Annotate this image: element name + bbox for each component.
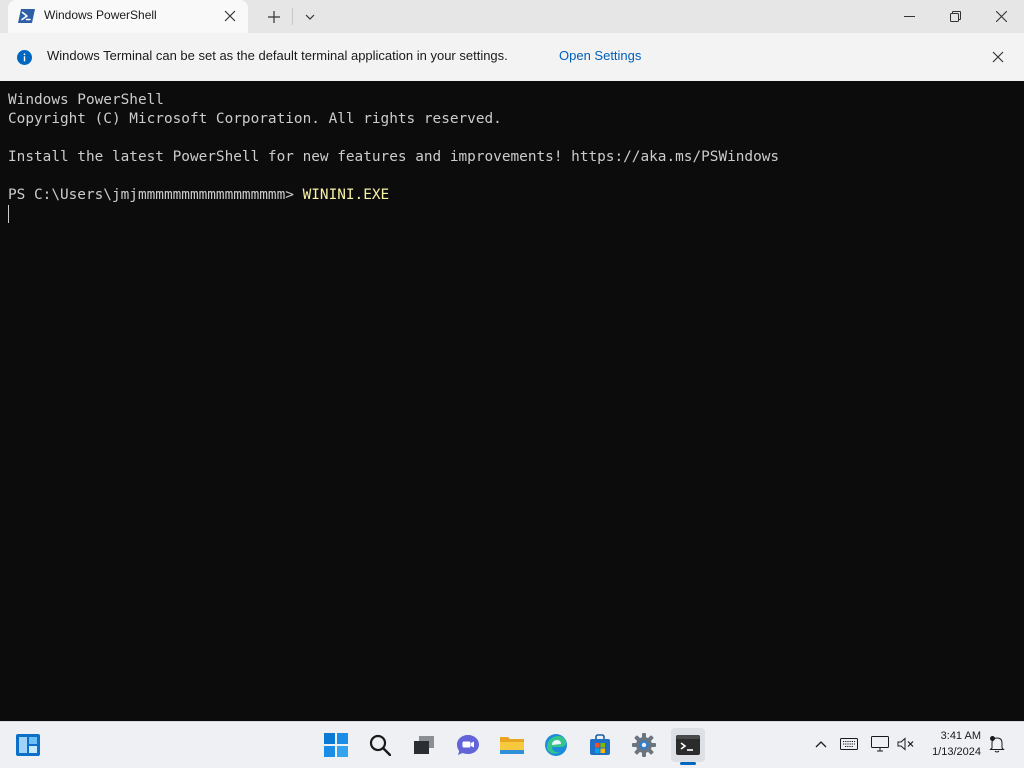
chevron-up-icon <box>815 741 827 748</box>
start-button[interactable] <box>319 728 353 762</box>
notification-icon <box>989 736 1005 753</box>
active-app-indicator <box>680 762 696 765</box>
edge-button[interactable] <box>539 728 573 762</box>
clock-time[interactable]: 3:41 AM <box>941 730 981 742</box>
title-bar: Windows PowerShell <box>0 0 1024 33</box>
info-bar: Windows Terminal can be set as the defau… <box>0 33 1024 81</box>
command-text: WININI.EXE <box>302 187 390 203</box>
task-view-icon <box>414 736 434 754</box>
show-hidden-icons-button[interactable] <box>811 734 831 754</box>
console-line: Windows PowerShell <box>8 92 164 108</box>
input-indicator[interactable] <box>839 734 859 754</box>
volume-muted-icon <box>897 737 914 751</box>
task-view-button[interactable] <box>407 728 441 762</box>
volume-tray[interactable] <box>896 734 916 754</box>
terminal-icon <box>676 735 700 755</box>
powershell-icon <box>18 9 35 23</box>
close-icon[interactable] <box>990 49 1006 65</box>
widgets-button[interactable] <box>11 728 45 762</box>
minimize-button[interactable] <box>886 0 932 33</box>
info-icon <box>17 50 32 65</box>
prompt: PS C:\Users\jmjmmmmmmmmmmmmmmmmm> <box>8 187 303 203</box>
tab-close-icon[interactable] <box>224 10 236 22</box>
keyboard-icon <box>840 738 858 750</box>
search-icon <box>369 734 391 756</box>
profile-dropdown-button[interactable] <box>296 0 324 33</box>
maximize-icon <box>949 11 961 22</box>
minimize-icon <box>903 16 915 17</box>
tab-title: Windows PowerShell <box>44 8 157 22</box>
info-message: Windows Terminal can be set as the defau… <box>47 48 508 63</box>
tab-divider <box>292 8 293 25</box>
notification-button[interactable] <box>987 734 1007 754</box>
file-explorer-button[interactable] <box>495 728 529 762</box>
chat-button[interactable] <box>451 728 485 762</box>
settings-button[interactable] <box>627 728 661 762</box>
maximize-button[interactable] <box>932 0 978 33</box>
start-icon <box>324 733 348 757</box>
close-button[interactable] <box>978 0 1024 33</box>
text-cursor <box>8 205 9 223</box>
close-icon <box>995 11 1007 22</box>
open-settings-link[interactable]: Open Settings <box>559 48 641 63</box>
new-tab-button[interactable] <box>258 0 290 33</box>
terminal-console[interactable]: Windows PowerShell Copyright (C) Microso… <box>0 81 1024 721</box>
console-line: Install the latest PowerShell for new fe… <box>8 149 780 165</box>
new-tab-icon <box>268 10 280 23</box>
search-button[interactable] <box>363 728 397 762</box>
terminal-button[interactable] <box>671 728 705 762</box>
store-icon <box>590 734 610 755</box>
clock-date[interactable]: 1/13/2024 <box>932 746 981 758</box>
settings-icon <box>632 733 656 757</box>
widgets-icon <box>16 734 40 756</box>
store-button[interactable] <box>583 728 617 762</box>
display-tray[interactable] <box>870 734 890 754</box>
edge-icon <box>545 734 567 756</box>
taskbar: 3:41 AM 1/13/2024 <box>0 721 1024 768</box>
display-icon <box>871 736 889 752</box>
tab-windows-powershell[interactable]: Windows PowerShell <box>8 0 248 33</box>
dropdown-chevron-icon <box>305 14 315 20</box>
chat-icon <box>457 735 479 755</box>
file-explorer-icon <box>500 737 524 754</box>
prompt-line: PS C:\Users\jmjmmmmmmmmmmmmmmmmm> WININI… <box>8 186 389 205</box>
console-line: Copyright (C) Microsoft Corporation. All… <box>8 111 502 127</box>
